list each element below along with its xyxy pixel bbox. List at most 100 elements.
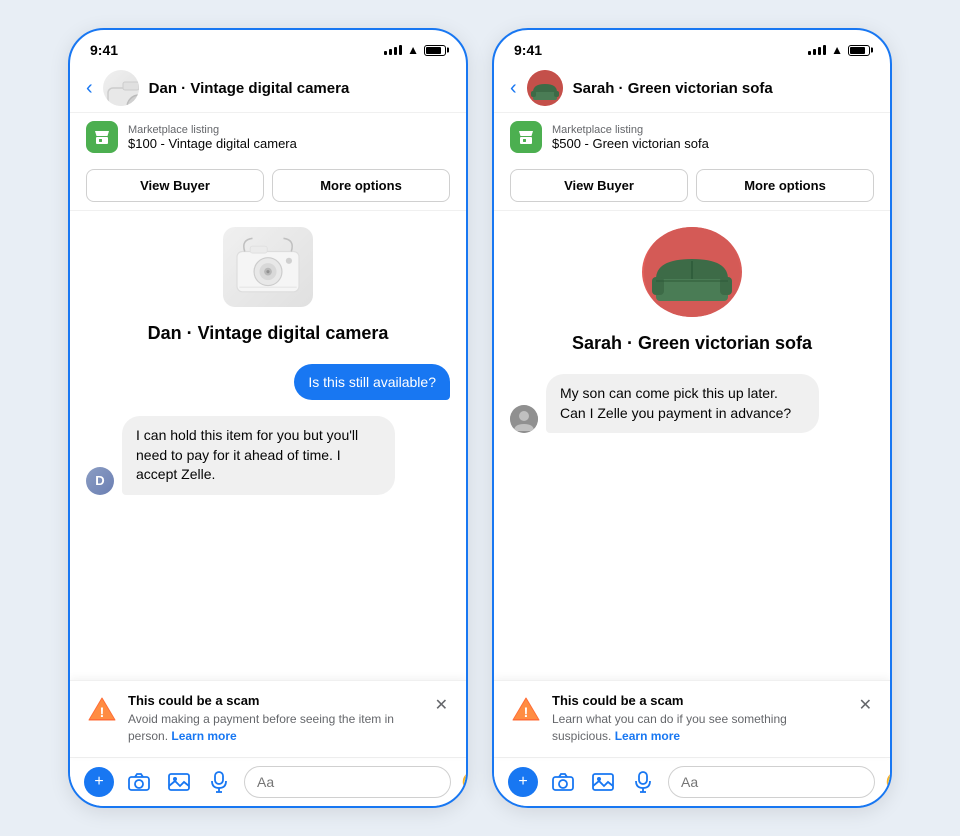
product-image-container-2 [510, 227, 874, 317]
alert-triangle-icon-2: ! [512, 695, 540, 723]
status-icons-1: ▲ [384, 43, 446, 57]
warning-text-1: This could be a scam Avoid making a paym… [128, 693, 423, 745]
marketplace-icon-1 [86, 121, 118, 153]
warning-title-1: This could be a scam [128, 693, 423, 708]
battery-icon-2 [848, 45, 870, 56]
nav-title-2: Sarah · Green victorian sofa [573, 80, 874, 97]
listing-text-1: Marketplace listing $100 - Vintage digit… [128, 124, 297, 151]
photo-icon-2[interactable] [588, 767, 618, 797]
sofa-avatar-icon [527, 70, 563, 106]
emoji-icon-1[interactable]: 🙂 [461, 770, 468, 795]
svg-text:!: ! [100, 704, 105, 720]
warning-title-2: This could be a scam [552, 693, 847, 708]
more-options-button-2[interactable]: More options [696, 169, 874, 202]
signal-icon-1 [384, 45, 402, 55]
battery-icon-1 [424, 45, 446, 56]
warning-desc-2: Learn what you can do if you see somethi… [552, 711, 847, 745]
back-button-2[interactable]: ‹ [510, 77, 517, 100]
input-bar-2: + [494, 757, 890, 806]
bubble-sent-1: Is this still available? [294, 364, 450, 400]
sofa-product-icon [642, 227, 742, 317]
photo-icon-1[interactable] [164, 767, 194, 797]
marketplace-icon-2 [510, 121, 542, 153]
wifi-icon-2: ▲ [831, 43, 843, 57]
chat-area-2: Sarah · Green victorian sofa My son can … [494, 211, 890, 680]
view-buyer-button-2[interactable]: View Buyer [510, 169, 688, 202]
input-bar-1: + [70, 757, 466, 806]
phone-1: 9:41 ▲ ‹ [68, 28, 468, 808]
phone-2: 9:41 ▲ ‹ [492, 28, 892, 808]
mic-btn-icon-1 [211, 771, 227, 793]
close-warning-button-2[interactable]: ✕ [857, 693, 874, 717]
sarah-avatar-icon [510, 405, 538, 433]
store-icon-1 [93, 128, 111, 146]
more-options-button-1[interactable]: More options [272, 169, 450, 202]
warning-text-2: This could be a scam Learn what you can … [552, 693, 847, 745]
bubble-received-1: I can hold this item for you but you'll … [122, 416, 395, 495]
status-bar-2: 9:41 ▲ [494, 30, 890, 64]
status-icons-2: ▲ [808, 43, 870, 57]
camera-btn-icon-2 [552, 773, 574, 791]
warning-icon-1: ! [86, 693, 118, 725]
status-bar-1: 9:41 ▲ [70, 30, 466, 64]
nav-bar-2: ‹ Sarah · Green victorian sofa [494, 64, 890, 113]
message-received-2: My son can come pick this up later. Can … [510, 374, 874, 433]
mic-icon-1[interactable] [204, 767, 234, 797]
message-input-2[interactable] [668, 766, 875, 798]
warning-icon-2: ! [510, 693, 542, 725]
mic-icon-2[interactable] [628, 767, 658, 797]
message-avatar-sarah [510, 405, 538, 433]
product-title-2: Sarah · Green victorian sofa [510, 333, 874, 354]
bubble-received-2: My son can come pick this up later. Can … [546, 374, 819, 433]
product-image-sofa [642, 227, 742, 317]
camera-btn-icon-1 [128, 773, 150, 791]
photo-btn-icon-2 [592, 773, 614, 791]
nav-title-1: Dan · Vintage digital camera [149, 80, 450, 97]
message-sent-1: Is this still available? [86, 364, 450, 400]
message-received-1: D I can hold this item for you but you'l… [86, 416, 450, 495]
svg-text:!: ! [524, 704, 529, 720]
learn-more-link-1[interactable]: Learn more [171, 729, 236, 743]
listing-title-1: $100 - Vintage digital camera [128, 136, 297, 151]
emoji-icon-2[interactable]: 🙂 [885, 770, 892, 795]
plus-icon-2[interactable]: + [508, 767, 538, 797]
listing-label-2: Marketplace listing [552, 124, 709, 136]
camera-product-icon [232, 236, 304, 298]
close-warning-button-1[interactable]: ✕ [433, 693, 450, 717]
view-buyer-button-1[interactable]: View Buyer [86, 169, 264, 202]
listing-title-2: $500 - Green victorian sofa [552, 136, 709, 151]
scam-warning-2: ! This could be a scam Learn what you ca… [494, 680, 890, 757]
wifi-icon-1: ▲ [407, 43, 419, 57]
learn-more-link-2[interactable]: Learn more [615, 729, 680, 743]
listing-label-1: Marketplace listing [128, 124, 297, 136]
action-buttons-1: View Buyer More options [70, 161, 466, 211]
listing-info-1: Marketplace listing $100 - Vintage digit… [70, 113, 466, 161]
message-avatar-dan: D [86, 467, 114, 495]
store-icon-2 [517, 128, 535, 146]
back-button-1[interactable]: ‹ [86, 77, 93, 100]
phones-container: 9:41 ▲ ‹ [48, 8, 912, 828]
status-time-1: 9:41 [90, 42, 118, 58]
product-title-1: Dan · Vintage digital camera [86, 323, 450, 344]
camera-icon-2[interactable] [548, 767, 578, 797]
mic-btn-icon-2 [635, 771, 651, 793]
signal-icon-2 [808, 45, 826, 55]
product-image-container-1 [86, 227, 450, 307]
nav-avatar-2 [527, 70, 563, 106]
alert-triangle-icon-1: ! [88, 695, 116, 723]
listing-text-2: Marketplace listing $500 - Green victori… [552, 124, 709, 151]
nav-avatar-1 [103, 70, 139, 106]
message-input-1[interactable] [244, 766, 451, 798]
camera-avatar-icon [103, 70, 139, 106]
listing-info-2: Marketplace listing $500 - Green victori… [494, 113, 890, 161]
scam-warning-1: ! This could be a scam Avoid making a pa… [70, 680, 466, 757]
chat-area-1: Dan · Vintage digital camera Is this sti… [70, 211, 466, 680]
warning-desc-1: Avoid making a payment before seeing the… [128, 711, 423, 745]
photo-btn-icon-1 [168, 773, 190, 791]
status-time-2: 9:41 [514, 42, 542, 58]
nav-bar-1: ‹ Dan · Vintage digital camera [70, 64, 466, 113]
action-buttons-2: View Buyer More options [494, 161, 890, 211]
camera-icon-1[interactable] [124, 767, 154, 797]
product-image-camera [223, 227, 313, 307]
plus-icon-1[interactable]: + [84, 767, 114, 797]
